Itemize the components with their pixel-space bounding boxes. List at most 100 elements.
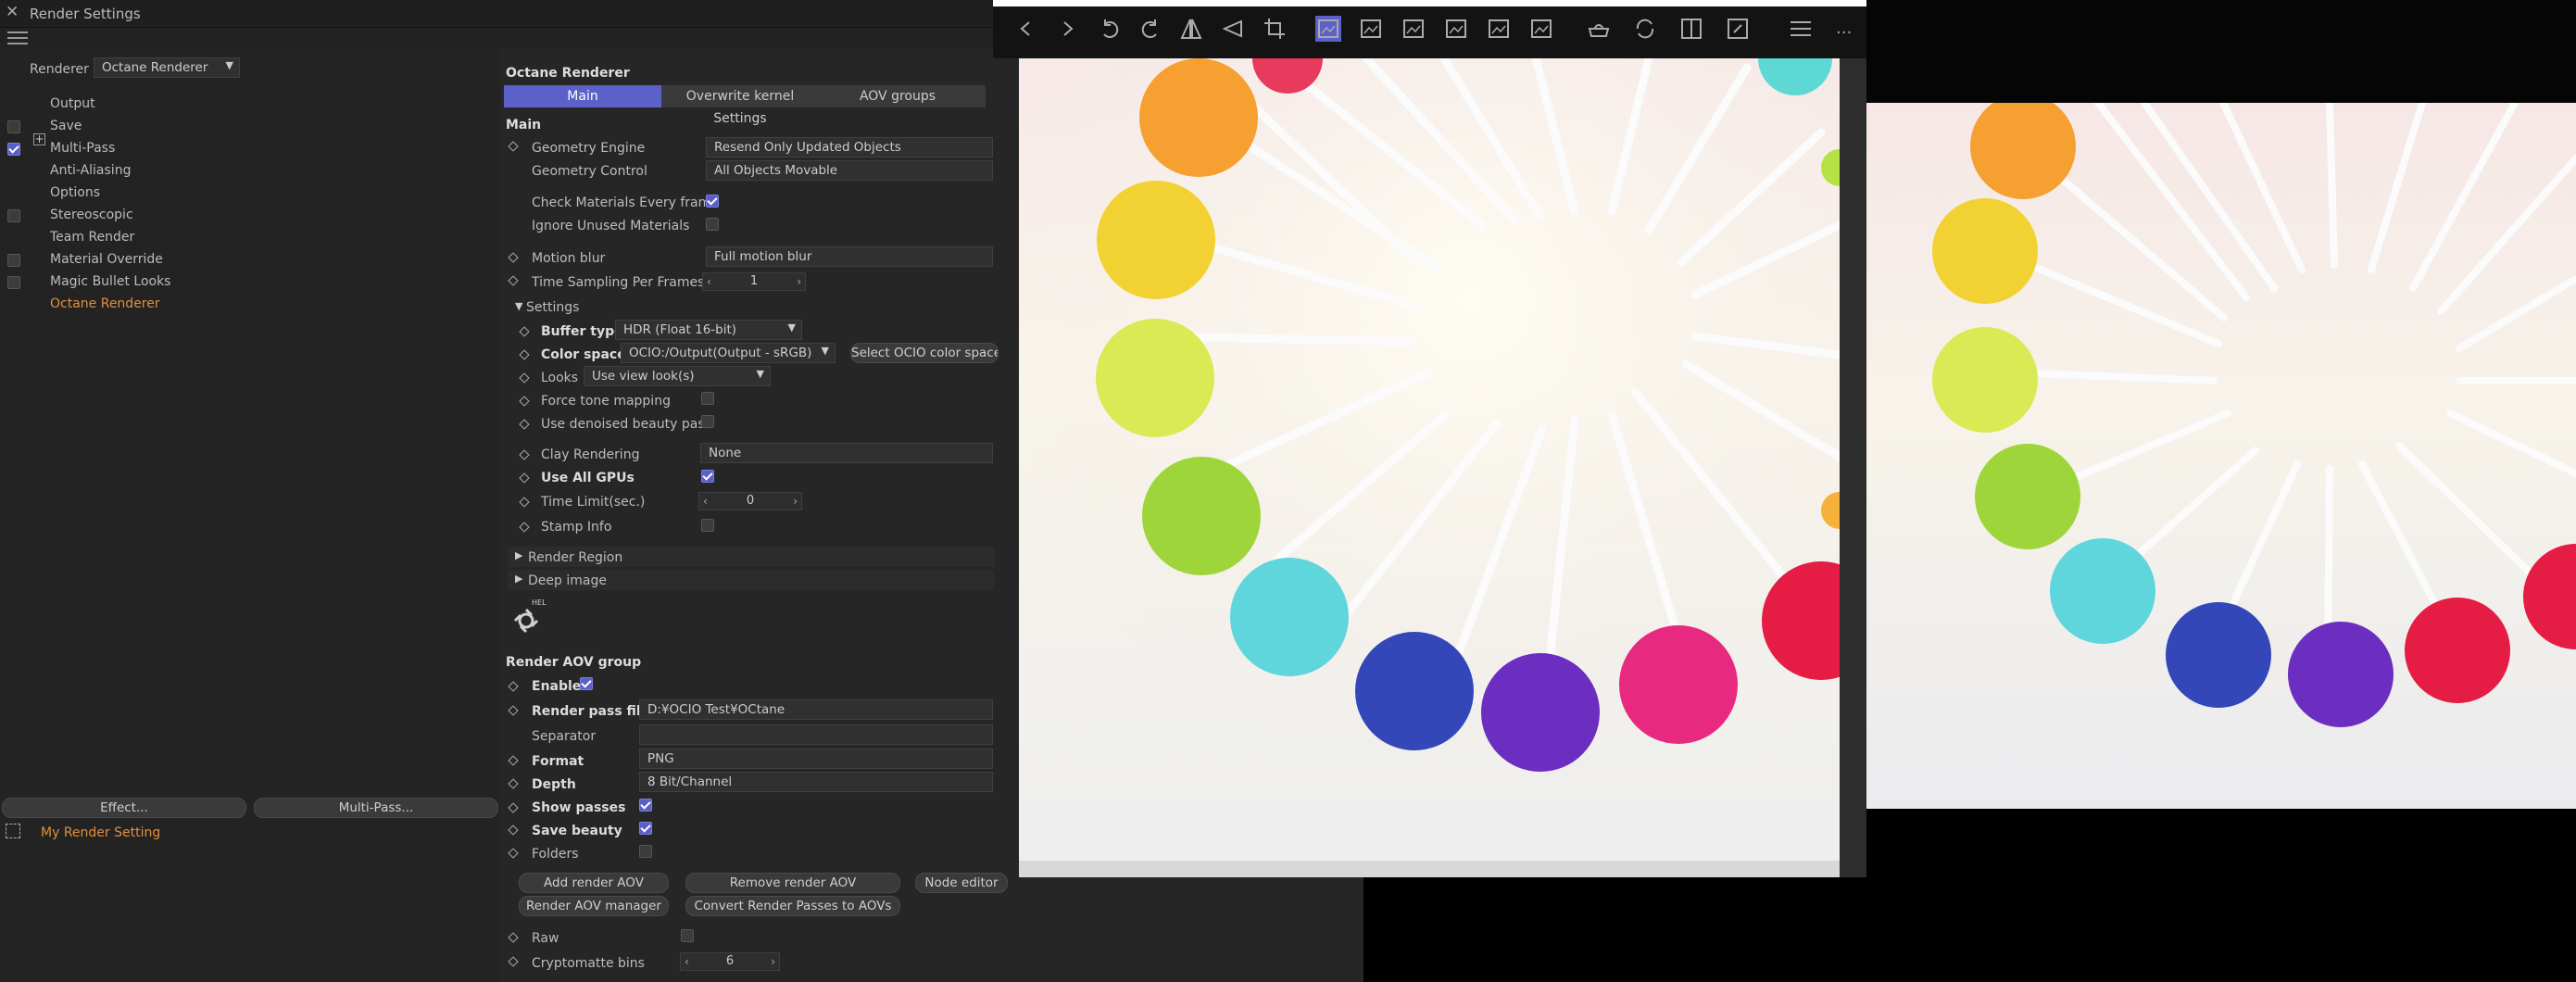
tree-checkbox[interactable] [7, 276, 20, 289]
add-render-aov-button[interactable]: Add render AOV [519, 873, 669, 893]
tree-item-output[interactable]: Output [50, 96, 95, 111]
chevron-down-icon: ▼ [756, 368, 764, 380]
folders-checkbox[interactable] [639, 845, 652, 858]
lollipop-image-preview [1019, 58, 1840, 861]
expand-multipass-icon[interactable]: + [33, 133, 45, 145]
render-aov-manager-button[interactable]: Render AOV manager [519, 896, 669, 916]
save-beauty-checkbox[interactable] [639, 822, 652, 835]
looks-dropdown[interactable]: Use view look(s) ▼ [584, 366, 771, 386]
refresh-icon[interactable] [1632, 16, 1658, 42]
renderer-dropdown[interactable]: Octane Renderer ▼ [94, 57, 240, 78]
select-ocio-button[interactable]: Select OCIO color space [850, 343, 999, 363]
time-limit-label: Time Limit(sec.) [541, 495, 646, 510]
buffer-type-dropdown[interactable]: HDR (Float 16-bit) ▼ [615, 320, 802, 340]
check-materials-checkbox[interactable] [706, 195, 719, 208]
settings-header[interactable]: Settings [526, 300, 579, 315]
time-sampling-stepper[interactable]: ‹ 1 › [702, 272, 806, 291]
raw-checkbox[interactable] [681, 929, 694, 942]
tab-overwrite-kernel[interactable]: Overwrite kernel Settings [661, 85, 819, 126]
fit-icon[interactable] [1725, 16, 1751, 42]
tab-main[interactable]: Main [504, 85, 661, 107]
node-editor-button[interactable]: Node editor [915, 873, 1008, 893]
use-all-gpus-checkbox[interactable] [701, 470, 714, 483]
image-view-1-icon[interactable] [1315, 16, 1341, 42]
tree-item-multi-pass[interactable]: Multi-Pass [50, 141, 115, 156]
clay-rendering-dropdown[interactable]: None [700, 443, 993, 463]
collapse-triangle-icon[interactable]: ▼ [515, 300, 522, 312]
aov-group-header: Render AOV group [506, 655, 642, 670]
render-pass-file-input[interactable]: D:¥OCIO Test¥OCtane [639, 699, 993, 720]
tree-item-octane-renderer[interactable]: Octane Renderer [50, 296, 160, 311]
aov-enable-checkbox[interactable] [580, 677, 593, 690]
folders-label: Folders [532, 847, 579, 862]
color-space-dropdown[interactable]: OCIO:/Output(Output - sRGB) ▼ [621, 343, 836, 363]
tree-item-team-render[interactable]: Team Render [50, 230, 134, 245]
show-passes-checkbox[interactable] [639, 799, 652, 812]
geometry-control-label: Geometry Control [532, 164, 647, 179]
separator-input[interactable] [639, 724, 993, 745]
image-view-5-icon[interactable] [1528, 16, 1554, 42]
format-dropdown[interactable]: PNG [639, 749, 993, 769]
tree-item-anti-aliasing[interactable]: Anti-Aliasing [50, 163, 131, 178]
tree-checkbox[interactable] [7, 209, 20, 222]
effect-button[interactable]: Effect... [2, 798, 246, 818]
chevron-down-icon: ▼ [787, 321, 796, 334]
remove-render-aov-button[interactable]: Remove render AOV [685, 873, 900, 893]
ignore-unused-checkbox[interactable] [706, 218, 719, 231]
ignore-unused-label: Ignore Unused Materials [532, 219, 690, 233]
tree-item-options[interactable]: Options [50, 185, 100, 200]
image-lock-icon[interactable] [1358, 16, 1384, 42]
flip-horizontal-icon[interactable] [1178, 16, 1204, 42]
format-label: Format [532, 754, 584, 769]
tree-item-magic-bullet-looks[interactable]: Magic Bullet Looks [50, 274, 170, 289]
time-sampling-label: Time Sampling Per Frames [532, 275, 705, 290]
forward-icon[interactable] [1054, 16, 1080, 42]
image-view-3-icon[interactable] [1443, 16, 1469, 42]
tree-checkbox[interactable] [7, 254, 20, 267]
motion-blur-dropdown[interactable]: Full motion blur [706, 246, 993, 267]
time-limit-stepper[interactable]: ‹ 0 › [698, 492, 802, 510]
viewer-scrollbar[interactable] [1840, 58, 1866, 877]
expand-triangle-icon[interactable]: ▶ [515, 573, 522, 585]
geometry-engine-dropdown[interactable]: Resend Only Updated Objects [706, 137, 993, 157]
undo-icon[interactable] [1097, 16, 1123, 42]
image-view-4-icon[interactable] [1486, 16, 1512, 42]
tree-checkbox[interactable] [7, 120, 20, 133]
close-icon[interactable]: ✕ [6, 3, 19, 21]
raw-label: Raw [532, 931, 559, 946]
flip-vertical-icon[interactable] [1219, 16, 1245, 42]
octane-tabs: Main Overwrite kernel Settings AOV group… [504, 85, 986, 126]
expand-triangle-icon[interactable]: ▶ [515, 549, 522, 561]
tree-item-stereoscopic[interactable]: Stereoscopic [50, 208, 133, 222]
image-view-2-icon[interactable] [1401, 16, 1426, 42]
chevron-down-icon: ▼ [821, 345, 829, 357]
redo-icon[interactable] [1137, 16, 1163, 42]
octane-help-logo-icon[interactable]: HELP [511, 597, 551, 637]
tab-aov-groups[interactable]: AOV groups [819, 85, 976, 107]
convert-render-passes-button[interactable]: Convert Render Passes to AOVs [685, 896, 900, 916]
denoised-checkbox[interactable] [701, 415, 714, 428]
back-icon[interactable] [1013, 16, 1039, 42]
crop-icon[interactable] [1262, 16, 1288, 42]
multipass-button[interactable]: Multi-Pass... [254, 798, 498, 818]
render-region-header[interactable]: Render Region [528, 550, 622, 565]
tree-checkbox[interactable] [7, 143, 20, 156]
separator-label: Separator [532, 729, 597, 744]
force-tone-checkbox[interactable] [701, 392, 714, 405]
split-icon[interactable] [1678, 16, 1704, 42]
deep-image-header[interactable]: Deep image [528, 573, 607, 588]
stamp-info-checkbox[interactable] [701, 519, 714, 532]
geometry-control-dropdown[interactable]: All Objects Movable [706, 160, 993, 181]
more-icon[interactable]: ... [1836, 16, 1862, 42]
check-materials-label: Check Materials Every frame [532, 195, 719, 210]
depth-dropdown[interactable]: 8 Bit/Channel [639, 772, 993, 792]
looks-label: Looks [541, 371, 579, 385]
cryptomatte-bins-stepper[interactable]: ‹ 6 › [680, 952, 780, 971]
render-setting-item[interactable]: My Render Setting [41, 825, 160, 840]
tree-item-material-override[interactable]: Material Override [50, 252, 163, 267]
hamburger-menu-icon[interactable] [7, 28, 28, 46]
clay-rendering-label: Clay Rendering [541, 447, 640, 462]
menu-icon[interactable] [1788, 16, 1814, 42]
tree-item-save[interactable]: Save [50, 119, 82, 133]
snapshot-icon[interactable] [1586, 16, 1612, 42]
